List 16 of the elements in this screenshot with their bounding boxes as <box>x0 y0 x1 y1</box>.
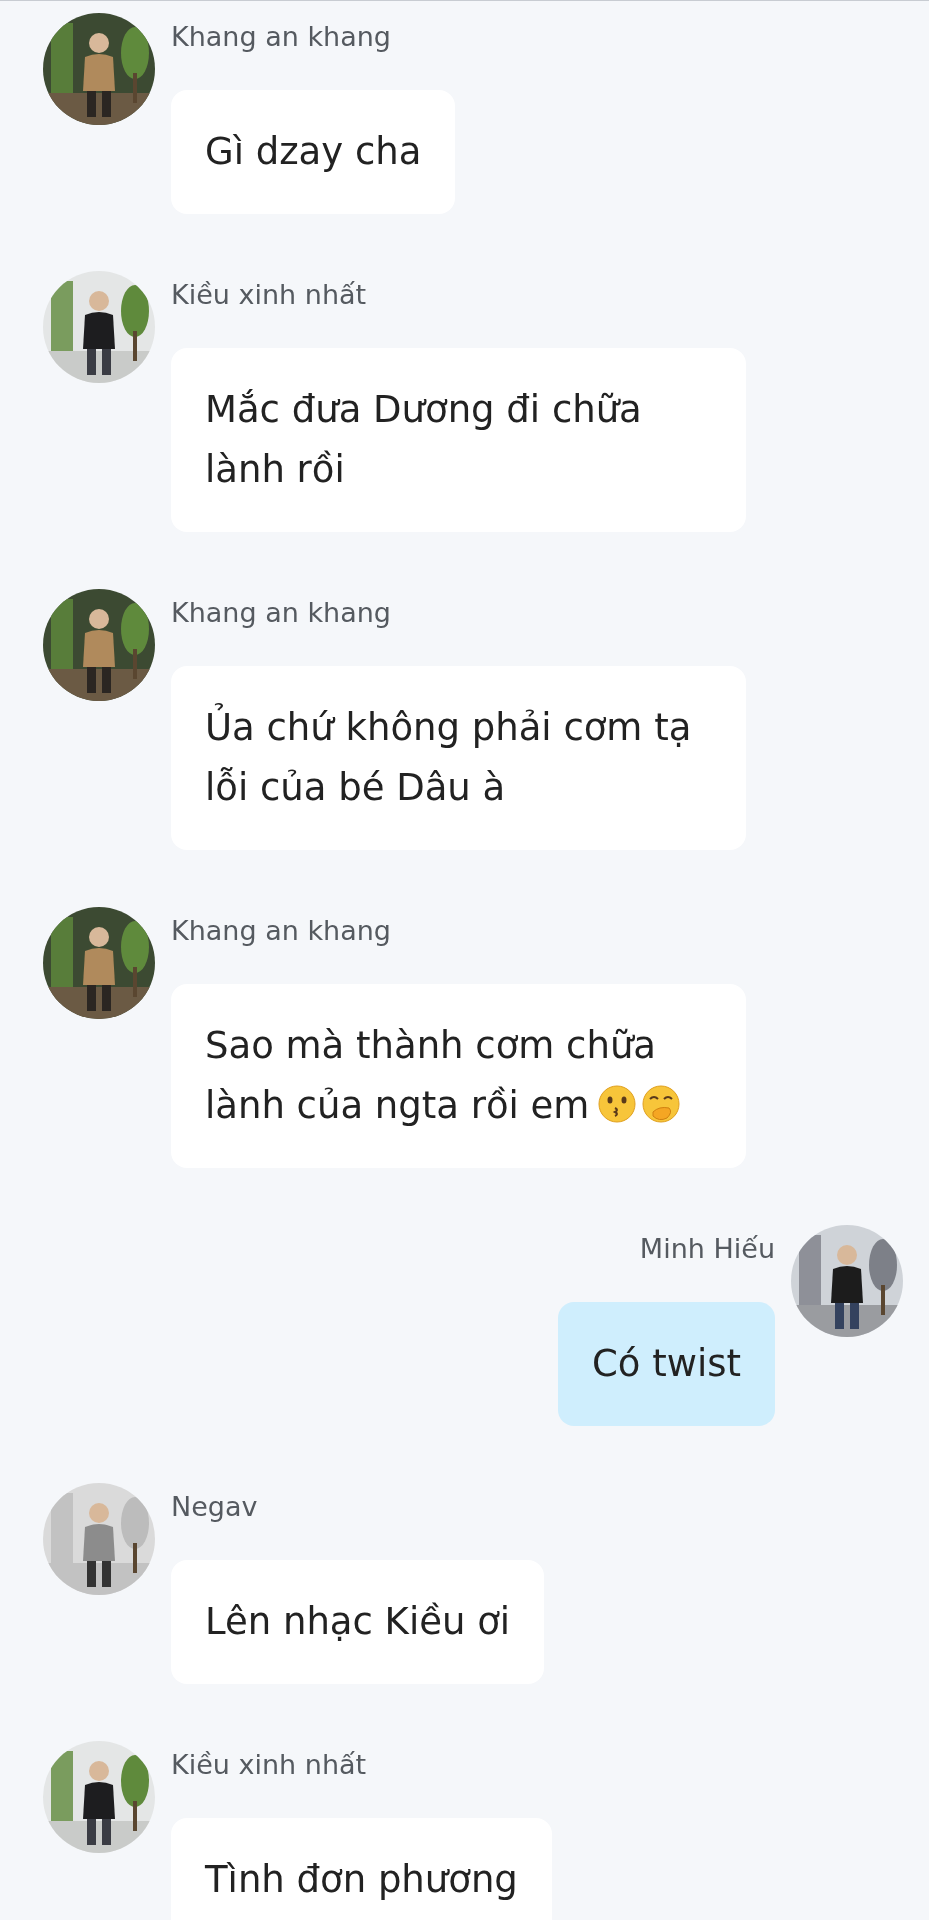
message-bubble: Ủa chứ không phải cơm tạ lỗi của bé Dâu à <box>171 666 746 850</box>
message-bubble: Có twist <box>557 1302 775 1426</box>
hand-over-mouth-face-icon <box>641 1084 682 1124</box>
sender-name: Khang an khang <box>171 20 391 54</box>
message-bubble: Tình đơn phương <box>171 1818 552 1920</box>
sender-name: Kiều xinh nhất <box>171 278 367 312</box>
message-bubble: Lên nhạc Kiều ơi <box>171 1560 545 1684</box>
message-bubble: Sao mà thành cơm chữa lành của ngta rồi em <box>171 984 746 1168</box>
message-bubble: Mắc đưa Dương đi chữa lành rồi <box>171 348 746 532</box>
sender-name: Khang an khang <box>171 596 391 630</box>
kissing-face-icon <box>597 1084 638 1124</box>
sender-name: Khang an khang <box>171 914 391 948</box>
sender-name: Kiều xinh nhất <box>171 1748 367 1782</box>
message-bubble: Gì dzay cha <box>171 90 456 214</box>
sender-name: Negav <box>171 1490 258 1524</box>
sender-name: Minh Hiếu <box>639 1232 775 1266</box>
